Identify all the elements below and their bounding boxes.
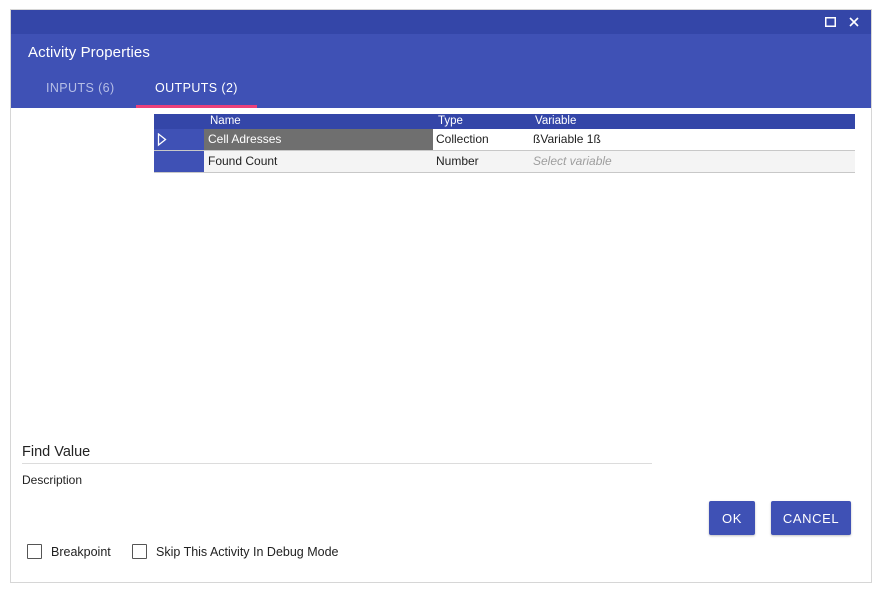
table-row[interactable]: Found Count Number Select variable [154, 151, 855, 173]
skip-debug-option[interactable]: Skip This Activity In Debug Mode [132, 544, 339, 559]
activity-properties-dialog: Activity Properties INPUTS (6) OUTPUTS (… [10, 9, 872, 583]
window-titlebar [11, 10, 871, 34]
row-name-cell[interactable]: Found Count [204, 151, 433, 172]
divider [22, 463, 652, 464]
ok-button[interactable]: OK [709, 501, 755, 535]
dialog-header: Activity Properties INPUTS (6) OUTPUTS (… [11, 34, 871, 108]
breakpoint-option[interactable]: Breakpoint [27, 544, 111, 559]
activity-name: Find Value [22, 444, 91, 460]
row-name-cell[interactable]: Cell Adresses [204, 129, 433, 150]
skip-debug-label: Skip This Activity In Debug Mode [156, 544, 339, 559]
tab-inputs[interactable]: INPUTS (6) [46, 81, 115, 95]
description-label: Description [22, 473, 83, 487]
row-type-cell[interactable]: Collection [436, 132, 489, 146]
row-type-cell[interactable]: Number [436, 154, 479, 168]
close-icon[interactable] [846, 14, 862, 30]
table-row[interactable]: Cell Adresses Collection ßVariable 1ß [154, 129, 855, 151]
active-tab-indicator [136, 105, 257, 108]
column-header-variable[interactable]: Variable [535, 115, 576, 127]
maximize-icon[interactable] [822, 14, 838, 30]
column-header-type[interactable]: Type [438, 115, 463, 127]
row-selector[interactable] [154, 151, 204, 172]
outputs-grid: Name Type Variable Cell Adresses Collect… [154, 114, 855, 173]
dialog-title: Activity Properties [28, 44, 150, 61]
skip-debug-checkbox[interactable] [132, 544, 147, 559]
tab-outputs[interactable]: OUTPUTS (2) [155, 81, 238, 95]
row-variable-cell[interactable]: ßVariable 1ß [533, 132, 601, 146]
row-selector[interactable] [154, 129, 204, 150]
breakpoint-checkbox[interactable] [27, 544, 42, 559]
cancel-button[interactable]: CANCEL [771, 501, 851, 535]
breakpoint-label: Breakpoint [51, 544, 111, 559]
current-row-arrow-icon [157, 133, 167, 147]
column-header-name[interactable]: Name [210, 115, 241, 127]
grid-header: Name Type Variable [154, 114, 855, 129]
variable-select-placeholder[interactable]: Select variable [533, 154, 612, 168]
